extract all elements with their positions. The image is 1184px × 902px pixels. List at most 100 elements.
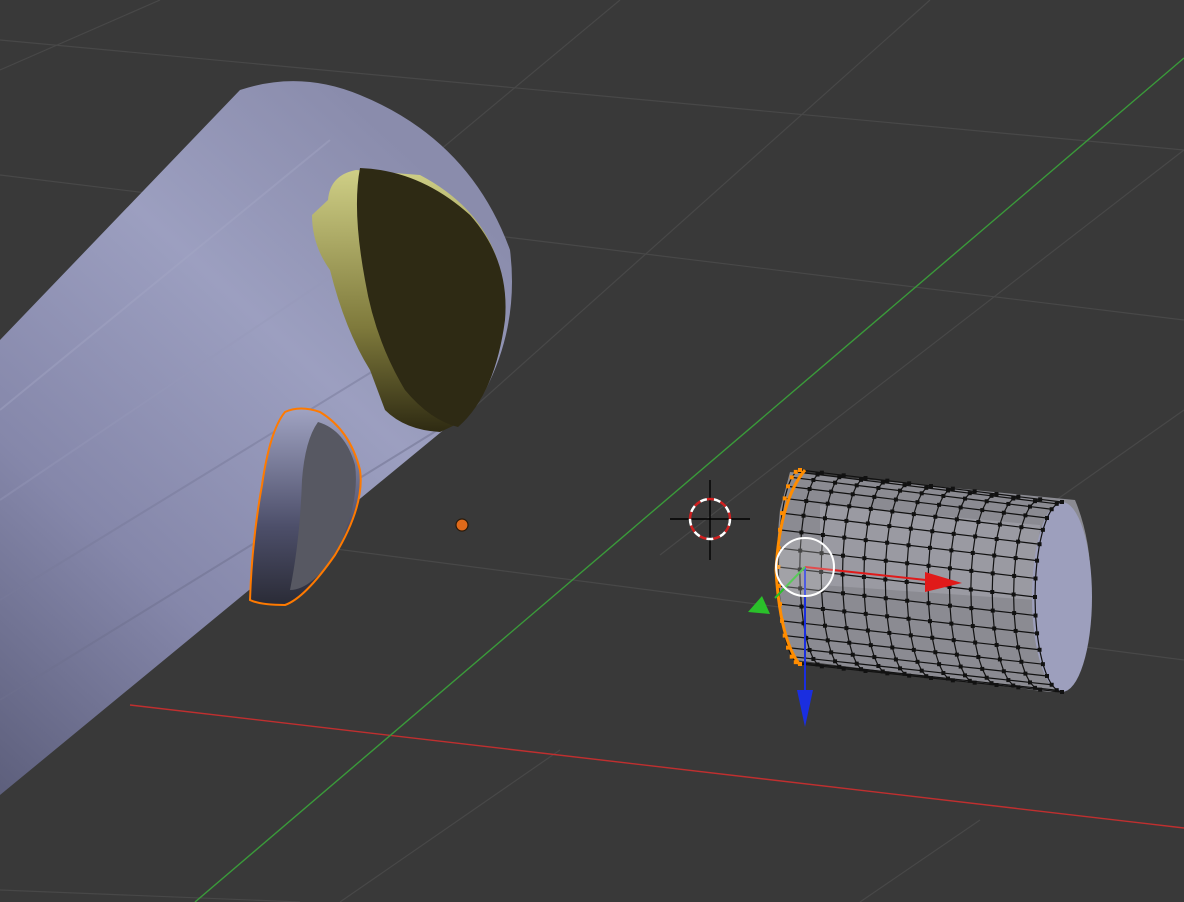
mesh-vertex[interactable] — [841, 666, 846, 671]
mesh-vertex[interactable] — [862, 556, 867, 561]
mesh-vertex[interactable] — [968, 587, 973, 592]
mesh-vertex[interactable] — [863, 476, 868, 480]
mesh-vertex[interactable] — [927, 619, 932, 624]
mesh-vertex[interactable] — [990, 590, 995, 594]
mesh-vertex[interactable] — [850, 492, 855, 497]
mesh-vertex[interactable] — [947, 566, 952, 571]
mesh-vertex[interactable] — [919, 668, 924, 673]
mesh-vertex[interactable] — [1033, 576, 1038, 581]
mesh-vertex[interactable] — [902, 671, 907, 676]
mesh-vertex[interactable] — [1013, 628, 1018, 633]
mesh-vertex[interactable] — [1040, 662, 1045, 667]
mesh-vertex[interactable] — [915, 659, 920, 664]
selected-vertex[interactable] — [798, 468, 802, 472]
mesh-vertex[interactable] — [847, 640, 852, 645]
mesh-vertex[interactable] — [970, 624, 975, 629]
selected-vertex[interactable] — [789, 654, 794, 659]
mesh-vertex[interactable] — [930, 529, 935, 534]
mesh-vertex[interactable] — [963, 673, 968, 678]
selected-vertex[interactable] — [793, 660, 798, 665]
mesh-vertex[interactable] — [1028, 504, 1033, 509]
selected-vertex[interactable] — [778, 527, 783, 532]
mesh-vertex[interactable] — [842, 535, 847, 540]
mesh-vertex[interactable] — [933, 650, 938, 655]
mesh-vertex[interactable] — [811, 656, 816, 661]
mesh-vertex[interactable] — [994, 683, 999, 687]
mesh-vertex[interactable] — [854, 661, 859, 666]
mesh-vertex[interactable] — [976, 655, 981, 660]
large-cylinder-object[interactable] — [0, 81, 512, 796]
mesh-vertex[interactable] — [1013, 556, 1018, 561]
mesh-vertex[interactable] — [973, 534, 978, 539]
mesh-vertex[interactable] — [949, 621, 954, 626]
mesh-vertex[interactable] — [837, 664, 842, 669]
mesh-vertex[interactable] — [954, 652, 959, 657]
mesh-vertex[interactable] — [887, 524, 892, 529]
mesh-vertex[interactable] — [887, 630, 892, 635]
mesh-vertex[interactable] — [937, 662, 942, 667]
mesh-vertex[interactable] — [863, 611, 868, 616]
mesh-vertex[interactable] — [929, 484, 933, 488]
selected-vertex[interactable] — [785, 484, 790, 489]
mesh-vertex[interactable] — [1044, 516, 1049, 521]
mesh-vertex[interactable] — [829, 489, 834, 494]
mesh-vertex[interactable] — [1037, 647, 1042, 652]
mesh-vertex[interactable] — [807, 648, 812, 653]
mesh-vertex[interactable] — [872, 655, 877, 660]
mesh-vertex[interactable] — [958, 664, 963, 669]
mesh-vertex[interactable] — [951, 531, 956, 536]
mesh-vertex[interactable] — [1049, 507, 1054, 512]
mesh-vertex[interactable] — [865, 628, 870, 633]
mesh-vertex[interactable] — [926, 601, 931, 606]
mesh-vertex[interactable] — [825, 501, 830, 506]
mesh-vertex[interactable] — [933, 514, 938, 519]
mesh-vertex[interactable] — [885, 540, 890, 545]
mesh-vertex[interactable] — [958, 505, 963, 510]
mesh-vertex[interactable] — [907, 481, 912, 486]
mesh-vertex[interactable] — [890, 645, 895, 650]
mesh-vertex[interactable] — [902, 483, 907, 488]
mesh-vertex[interactable] — [994, 492, 999, 496]
mesh-vertex[interactable] — [822, 623, 827, 628]
mesh-vertex[interactable] — [1023, 671, 1028, 676]
mesh-vertex[interactable] — [967, 491, 972, 496]
mesh-vertex[interactable] — [951, 638, 956, 643]
mesh-vertex[interactable] — [905, 561, 910, 566]
mesh-vertex[interactable] — [1006, 678, 1011, 683]
mesh-vertex[interactable] — [829, 650, 834, 655]
mesh-vertex[interactable] — [1016, 685, 1021, 690]
mesh-vertex[interactable] — [842, 609, 847, 614]
mesh-vertex[interactable] — [883, 596, 888, 601]
mesh-vertex[interactable] — [833, 480, 838, 485]
selected-vertex[interactable] — [780, 511, 785, 516]
mesh-vertex[interactable] — [905, 598, 910, 603]
mesh-vertex[interactable] — [908, 633, 913, 638]
mesh-vertex[interactable] — [915, 500, 920, 505]
mesh-vertex[interactable] — [863, 538, 868, 543]
mesh-vertex[interactable] — [872, 494, 877, 499]
mesh-vertex[interactable] — [1035, 558, 1040, 563]
mesh-vertex[interactable] — [1016, 494, 1021, 499]
mesh-vertex[interactable] — [876, 485, 881, 490]
mesh-vertex[interactable] — [863, 669, 868, 673]
mesh-vertex[interactable] — [801, 513, 806, 518]
mesh-vertex[interactable] — [1060, 500, 1064, 504]
mesh-vertex[interactable] — [820, 606, 825, 611]
mesh-vertex[interactable] — [969, 606, 974, 611]
selected-vertex[interactable] — [776, 546, 781, 551]
selected-vertex[interactable] — [776, 583, 781, 588]
mesh-vertex[interactable] — [947, 603, 952, 608]
mesh-vertex[interactable] — [1035, 631, 1040, 636]
mesh-vertex[interactable] — [854, 483, 859, 488]
mesh-vertex[interactable] — [972, 680, 977, 685]
selected-vertex[interactable] — [793, 469, 798, 474]
mesh-vertex[interactable] — [837, 475, 842, 480]
mesh-vertex[interactable] — [970, 550, 975, 555]
mesh-vertex[interactable] — [954, 517, 959, 522]
mesh-vertex[interactable] — [1001, 510, 1006, 515]
mesh-vertex[interactable] — [997, 657, 1002, 662]
mesh-vertex[interactable] — [989, 681, 994, 686]
mesh-vertex[interactable] — [1033, 595, 1037, 599]
mesh-vertex[interactable] — [841, 473, 846, 478]
mesh-vertex[interactable] — [850, 652, 855, 657]
